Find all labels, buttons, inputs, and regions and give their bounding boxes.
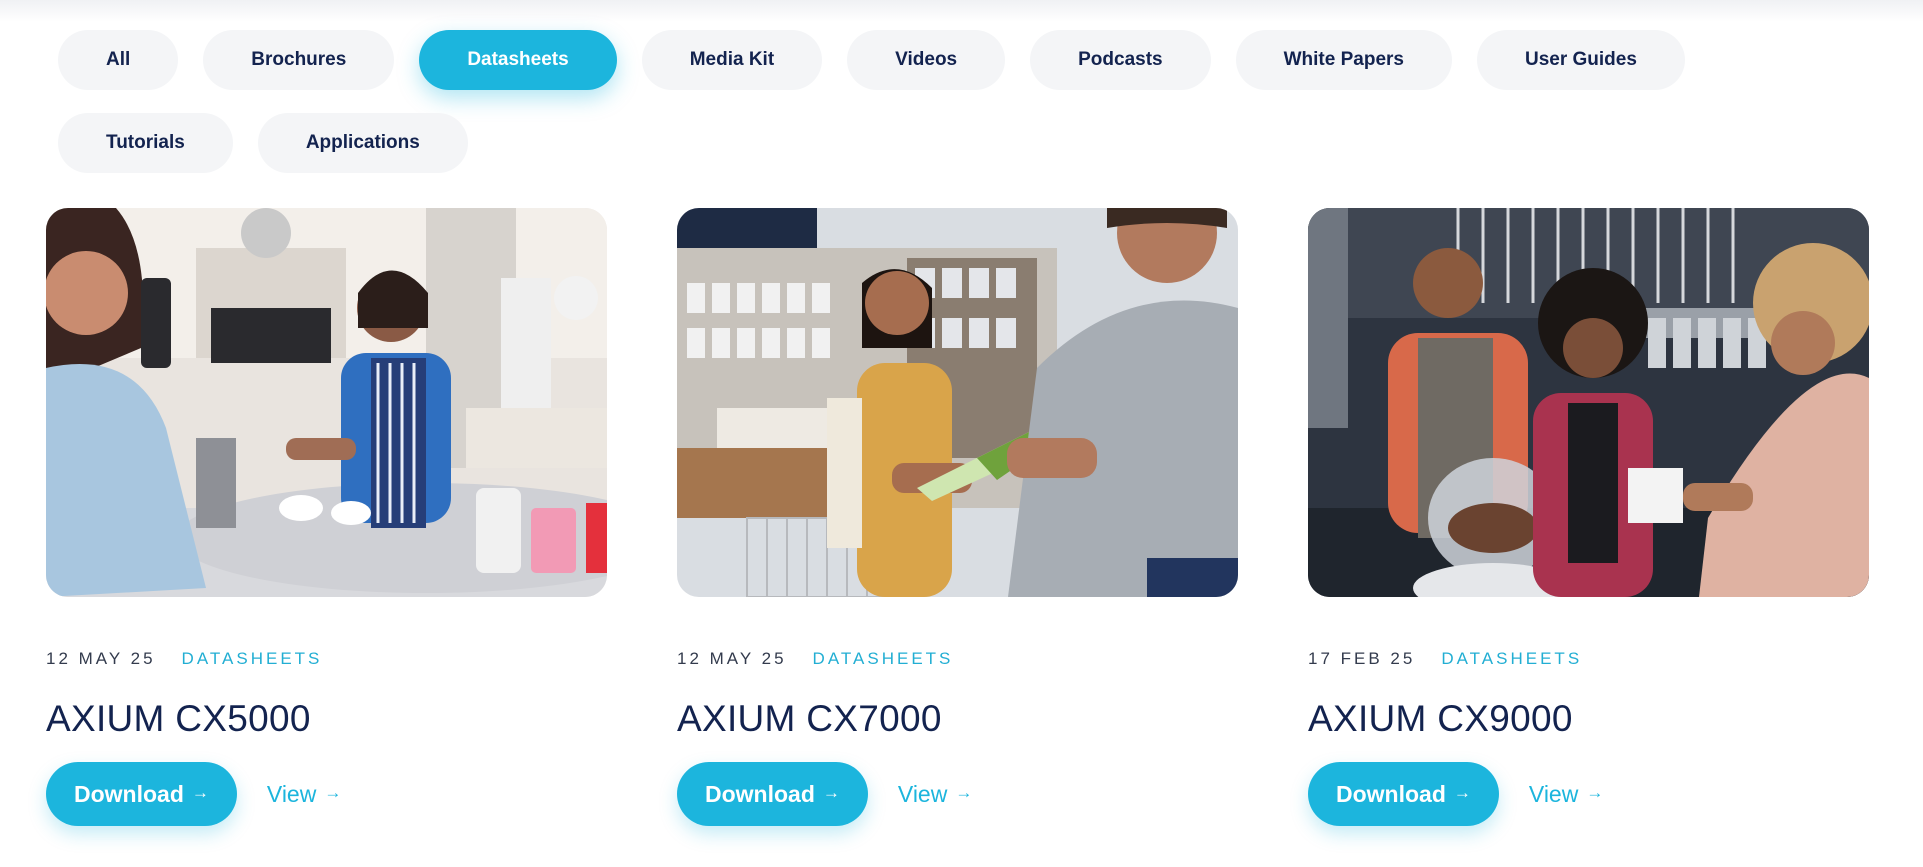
- download-button[interactable]: Download →: [46, 762, 237, 826]
- card-actions: Download → View →: [1308, 762, 1869, 826]
- filter-datasheets[interactable]: Datasheets: [419, 30, 617, 90]
- card-title[interactable]: AXIUM CX9000: [1308, 697, 1869, 741]
- download-label: Download: [1336, 780, 1446, 807]
- card-actions: Download → View →: [677, 762, 1238, 826]
- card-image-bakery-counter[interactable]: [1308, 208, 1869, 597]
- card-image-grocery-store[interactable]: [677, 208, 1238, 597]
- filter-bar: All Brochures Datasheets Media Kit Video…: [58, 30, 1758, 173]
- view-label: View: [1528, 780, 1579, 807]
- download-label: Download: [74, 780, 184, 807]
- arrow-right-icon: →: [1586, 783, 1604, 802]
- arrow-right-icon: →: [1453, 783, 1471, 802]
- filter-videos[interactable]: Videos: [847, 30, 1006, 90]
- resource-card: 12 MAY 25 DATASHEETS AXIUM CX5000 Downlo…: [46, 208, 607, 826]
- resource-library: All Brochures Datasheets Media Kit Video…: [0, 0, 1923, 867]
- view-label: View: [266, 780, 317, 807]
- card-date: 17 FEB 25: [1308, 649, 1416, 668]
- filter-brochures[interactable]: Brochures: [203, 30, 395, 90]
- download-button[interactable]: Download →: [677, 762, 868, 826]
- card-title[interactable]: AXIUM CX7000: [677, 697, 1238, 741]
- card-title[interactable]: AXIUM CX5000: [46, 697, 607, 741]
- view-link[interactable]: View →: [898, 781, 972, 808]
- filter-all[interactable]: All: [58, 30, 179, 90]
- resource-card: 12 MAY 25 DATASHEETS AXIUM CX7000 Downlo…: [677, 208, 1238, 826]
- download-label: Download: [705, 780, 815, 807]
- card-meta: 17 FEB 25 DATASHEETS: [1308, 649, 1869, 669]
- arrow-right-icon: →: [822, 783, 840, 802]
- download-button[interactable]: Download →: [1308, 762, 1499, 826]
- resource-card: 17 FEB 25 DATASHEETS AXIUM CX9000 Downlo…: [1308, 208, 1869, 826]
- card-image-cafe-counter[interactable]: [46, 208, 607, 597]
- card-date: 12 MAY 25: [46, 649, 156, 668]
- arrow-right-icon: →: [324, 783, 342, 802]
- card-meta: 12 MAY 25 DATASHEETS: [46, 649, 607, 669]
- arrow-right-icon: →: [191, 783, 209, 802]
- card-actions: Download → View →: [46, 762, 607, 826]
- card-category[interactable]: DATASHEETS: [182, 649, 323, 669]
- filter-applications[interactable]: Applications: [257, 113, 468, 173]
- card-category[interactable]: DATASHEETS: [1441, 649, 1582, 669]
- view-link[interactable]: View →: [1529, 781, 1603, 808]
- filter-podcasts[interactable]: Podcasts: [1030, 30, 1211, 90]
- card-date: 12 MAY 25: [677, 649, 787, 668]
- view-label: View: [897, 780, 948, 807]
- view-link[interactable]: View →: [267, 781, 341, 808]
- arrow-right-icon: →: [955, 783, 973, 802]
- card-meta: 12 MAY 25 DATASHEETS: [677, 649, 1238, 669]
- filter-white-papers[interactable]: White Papers: [1235, 30, 1452, 90]
- card-category[interactable]: DATASHEETS: [813, 649, 954, 669]
- header-shadow: [0, 0, 1923, 22]
- filter-user-guides[interactable]: User Guides: [1476, 30, 1685, 90]
- filter-media-kit[interactable]: Media Kit: [641, 30, 823, 90]
- filter-tutorials[interactable]: Tutorials: [58, 113, 233, 173]
